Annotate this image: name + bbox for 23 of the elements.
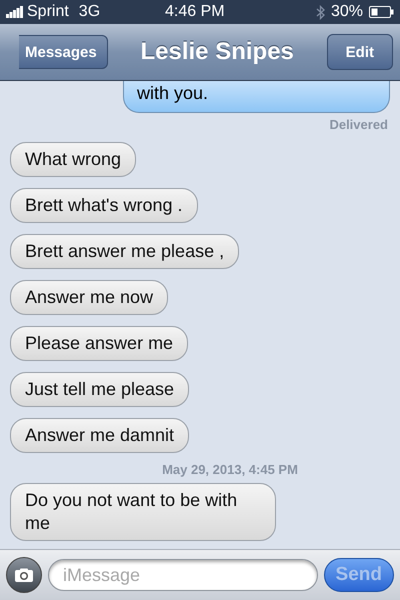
sent-message: with you. [123,81,390,113]
contact-name: Leslie Snipes [139,38,295,66]
timestamp: May 29, 2013, 4:45 PM [162,462,298,477]
received-message: Just tell me please [10,372,190,407]
signal-icon [6,6,23,18]
carrier-name: Sprint [27,3,69,21]
bluetooth-icon [316,4,325,20]
edit-button[interactable]: Edit [326,34,393,70]
clock: 4:46 PM [165,3,225,21]
received-message: What wrong [10,142,136,177]
received-message: Brett answer me please , [10,234,240,269]
delivery-status: Delivered [329,117,388,132]
message-field[interactable]: iMessage [48,559,318,591]
received-message: Please answer me [10,326,188,361]
received-message: Do you not want to be with me [10,483,276,541]
received-message: Answer me damnit [10,418,190,453]
camera-button[interactable] [6,557,42,593]
battery-icon [369,6,394,18]
received-message: Brett what's wrong . [10,188,198,223]
received-message: Answer me now [10,280,168,315]
battery-percent: 30% [330,3,363,21]
network-type: 3G [78,3,100,21]
camera-icon [14,568,34,582]
